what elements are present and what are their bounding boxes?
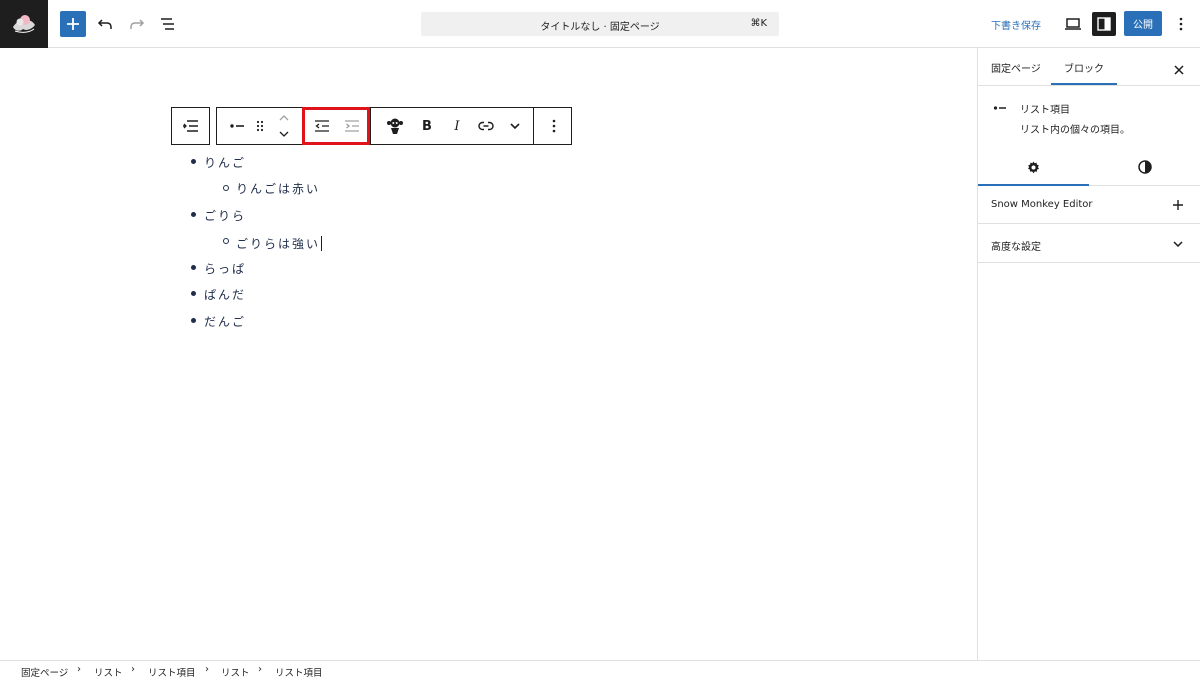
snow-monkey-format-button[interactable] (381, 108, 409, 144)
monkey-icon (387, 118, 403, 134)
add-block-button[interactable] (60, 11, 86, 37)
sidebar-tabs: 固定ページ ブロック (978, 48, 1200, 86)
list-bullet (223, 185, 229, 191)
tab-settings[interactable] (978, 148, 1089, 186)
italic-icon: I (454, 118, 460, 134)
list-item[interactable]: りんごは赤い (236, 180, 320, 197)
list-item-text: ごりらは強い (236, 237, 321, 251)
list-item[interactable]: だんご (204, 313, 246, 330)
list-bullet (191, 159, 196, 164)
redo-icon (130, 19, 145, 29)
toolbar-divider (370, 108, 371, 144)
chevron-down-icon (279, 131, 289, 137)
publish-button[interactable]: 公開 (1124, 11, 1162, 36)
italic-button[interactable]: I (445, 108, 469, 144)
vertical-ellipsis-icon (1179, 17, 1183, 31)
chevron-down-icon (510, 123, 520, 129)
chevron-right-icon: › (258, 664, 262, 675)
redo-button[interactable] (124, 11, 150, 37)
site-logo-button[interactable] (0, 0, 48, 48)
indent-controls-highlight (302, 107, 370, 145)
half-circle-icon (1138, 160, 1152, 174)
gear-icon (1028, 161, 1039, 173)
block-name: リスト項目 (1020, 105, 1070, 116)
chevron-right-icon: › (77, 664, 81, 675)
link-icon (478, 121, 494, 131)
list-item[interactable]: らっぱ (204, 260, 246, 277)
selected-list-item[interactable]: ごりらは強い (236, 233, 323, 252)
list-view-icon (161, 18, 174, 30)
drag-handle[interactable] (251, 108, 269, 144)
breadcrumb-item[interactable]: リスト項目 (148, 665, 196, 679)
command-shortcut: ⌘K (750, 18, 767, 29)
list-bullet (191, 265, 196, 270)
preview-button[interactable] (1060, 11, 1086, 37)
list-item-icon (230, 124, 244, 128)
settings-sidebar: 固定ページ ブロック リスト項目 リスト内の個々の項目。 Snow Monkey… (977, 48, 1200, 660)
sidebar-icon (1097, 17, 1111, 31)
undo-icon (97, 19, 112, 29)
block-breadcrumb: 固定ページ › リスト › リスト項目 › リスト › リスト項目 (0, 660, 1200, 680)
list-item[interactable]: りんご (204, 154, 246, 171)
list-bullet (191, 212, 196, 217)
snow-monkey-editor-panel[interactable]: Snow Monkey Editor (978, 186, 1200, 224)
tab-page[interactable]: 固定ページ (991, 60, 1041, 75)
document-title: タイトルなし · 固定ページ (540, 22, 660, 33)
drag-handle-icon (256, 120, 264, 132)
list-block-icon (182, 120, 198, 132)
toolbar-divider (533, 108, 534, 144)
tab-block[interactable]: ブロック (1064, 60, 1104, 75)
text-cursor (321, 236, 323, 251)
laptop-icon (1065, 18, 1081, 30)
close-icon (1174, 65, 1184, 75)
parent-block-selector[interactable] (171, 107, 210, 145)
link-button[interactable] (473, 108, 499, 144)
settings-toggle-button[interactable] (1092, 12, 1116, 36)
list-item[interactable]: ぱんだ (204, 286, 246, 303)
close-sidebar-button[interactable] (1174, 60, 1184, 79)
snow-monkey-logo-icon (13, 15, 35, 33)
block-inspector-tabs (978, 148, 1200, 186)
active-tab-indicator (1051, 83, 1117, 85)
chevron-up-icon (279, 115, 289, 121)
tab-styles[interactable] (1089, 148, 1200, 186)
block-options-button[interactable] (541, 108, 567, 144)
plus-icon (1173, 200, 1183, 210)
move-down-button[interactable] (275, 126, 293, 142)
breadcrumb-item[interactable]: リスト項目 (275, 665, 323, 679)
block-description: リスト内の個々の項目。 (1020, 125, 1130, 136)
chevron-right-icon: › (205, 664, 209, 675)
chevron-down-icon (1173, 241, 1183, 247)
bold-icon: B (422, 118, 432, 134)
command-palette-button[interactable]: タイトルなし · 固定ページ ⌘K (421, 12, 779, 36)
list-bullet (223, 238, 229, 244)
list-bullet (191, 291, 196, 296)
options-button[interactable] (1168, 11, 1194, 37)
list-bullet (191, 318, 196, 323)
more-formats-button[interactable] (503, 108, 527, 144)
breadcrumb-item[interactable]: リスト (94, 665, 123, 679)
vertical-ellipsis-icon (552, 119, 556, 133)
save-draft-button[interactable]: 下書き保存 (991, 17, 1041, 32)
plus-icon (67, 18, 79, 30)
breadcrumb-item[interactable]: 固定ページ (21, 665, 68, 679)
undo-button[interactable] (92, 11, 118, 37)
move-up-button[interactable] (275, 110, 293, 126)
chevron-right-icon: › (131, 664, 135, 675)
document-overview-button[interactable] (155, 11, 181, 37)
panel-title: 高度な設定 (991, 242, 1041, 253)
breadcrumb-item[interactable]: リスト (221, 665, 250, 679)
bold-button[interactable]: B (415, 108, 439, 144)
panel-title: Snow Monkey Editor (991, 199, 1093, 210)
list-item[interactable]: ごりら (204, 207, 246, 224)
editor-header: タイトルなし · 固定ページ ⌘K 下書き保存 公開 (0, 0, 1200, 48)
advanced-settings-panel[interactable]: 高度な設定 (978, 225, 1200, 263)
block-type-button[interactable] (225, 108, 249, 144)
list-item-icon (993, 106, 1006, 110)
